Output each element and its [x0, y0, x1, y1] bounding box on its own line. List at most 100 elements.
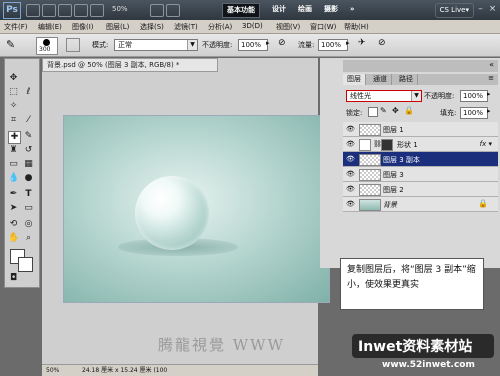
brush-tool-icon[interactable]: ✎	[23, 131, 34, 142]
gradient-tool-icon[interactable]: ▦	[23, 159, 34, 170]
cs-live-button[interactable]: CS Live▾	[434, 3, 474, 18]
menu-view[interactable]: 视图(V)	[276, 22, 300, 32]
eye-icon[interactable]: 👁	[346, 140, 355, 148]
history-brush-tool-icon[interactable]: ↺	[23, 145, 34, 156]
eye-icon[interactable]: 👁	[346, 155, 355, 163]
eye-icon[interactable]: 👁	[346, 200, 355, 208]
workspace-painting[interactable]: 绘画	[294, 3, 316, 16]
layer-row[interactable]: 👁 图层 2	[343, 182, 498, 197]
workspace-essentials[interactable]: 基本功能	[222, 3, 260, 18]
shape-tool-icon[interactable]: ▭	[23, 203, 34, 214]
layer-name: 背景	[383, 201, 397, 209]
site-logo: Inwet资料素材站	[352, 334, 494, 358]
fill-arrow-icon[interactable]: ▸	[487, 107, 491, 115]
layer-row[interactable]: 👁 图层 3 副本	[343, 152, 498, 167]
layer-thumbnail	[359, 154, 381, 166]
zoom-tool-icon[interactable]	[90, 4, 104, 17]
document-tab[interactable]: 背景.psd @ 50% (图层 3 副本, RGB/8) *	[42, 58, 218, 72]
pressure-size-icon[interactable]: ⊘	[378, 38, 390, 50]
panel-collapse-icon[interactable]: «	[489, 60, 494, 69]
arrange-documents-icon[interactable]	[150, 4, 164, 17]
eye-icon[interactable]: 👁	[346, 170, 355, 178]
menu-filter[interactable]: 滤镜(T)	[174, 22, 198, 32]
lock-all-icon[interactable]: 🔒	[404, 106, 414, 115]
menu-window[interactable]: 窗口(W)	[310, 22, 336, 32]
quick-mask-icon[interactable]: ◘	[8, 273, 19, 284]
status-zoom[interactable]: 50%	[46, 365, 59, 376]
layer-row[interactable]: 👁 图层 3	[343, 167, 498, 182]
workspace-design[interactable]: 设计	[268, 3, 290, 16]
spot-healing-tool-icon[interactable]: ✚	[8, 131, 21, 144]
layer-row[interactable]: 👁 背景 🔒	[343, 197, 498, 212]
tab-layers[interactable]: 图层	[343, 74, 366, 85]
pen-tool-icon[interactable]: ✒	[8, 189, 19, 200]
guides-icon[interactable]	[58, 4, 72, 17]
panel-header: «	[343, 60, 498, 72]
menu-analysis[interactable]: 分析(A)	[208, 22, 232, 32]
hand-tool-icon[interactable]	[74, 4, 88, 17]
tab-paths[interactable]: 路径	[395, 74, 418, 85]
panel-menu-icon[interactable]: ≡	[488, 74, 494, 82]
screen-mode-icon[interactable]	[166, 4, 180, 17]
menu-help[interactable]: 帮助(H)	[344, 22, 369, 32]
menu-select[interactable]: 选择(S)	[140, 22, 164, 32]
layer-row[interactable]: 👁 ⛓ 形状 1 fx ▾	[343, 137, 498, 152]
zoom-level[interactable]: 50%	[112, 5, 128, 13]
menu-file[interactable]: 文件(F)	[4, 22, 28, 32]
background-color-swatch[interactable]	[18, 257, 33, 272]
3d-rotate-tool-icon[interactable]: ⟲	[8, 219, 19, 230]
more-workspaces-button[interactable]: »	[346, 3, 359, 16]
hand-tool-icon[interactable]: ✋	[8, 233, 19, 244]
bridge-icon[interactable]	[26, 4, 40, 17]
fx-icon[interactable]: fx ▾	[480, 140, 492, 148]
lock-pixels-icon[interactable]: ✎	[380, 106, 387, 115]
flow-slider-arrow-icon[interactable]: ▸	[346, 39, 350, 47]
mode-select[interactable]: 正常 ▼	[114, 39, 198, 51]
blur-tool-icon[interactable]: 💧	[8, 173, 19, 184]
blend-mode-select[interactable]: 线性光 ▼	[346, 90, 422, 102]
clone-stamp-tool-icon[interactable]: ♜	[8, 145, 19, 156]
menu-3d[interactable]: 3D(D)	[242, 22, 263, 30]
minibridge-icon[interactable]	[42, 4, 56, 17]
path-selection-tool-icon[interactable]: ➤	[8, 203, 19, 214]
layer-opacity-arrow-icon[interactable]: ▸	[487, 90, 491, 98]
layer-opacity-input[interactable]: 100%	[460, 90, 488, 102]
opacity-slider-arrow-icon[interactable]: ▸	[266, 39, 270, 47]
lock-transparent-icon[interactable]	[368, 107, 378, 117]
close-icon[interactable]: ×	[486, 3, 499, 15]
pressure-opacity-icon[interactable]: ⊘	[278, 38, 290, 50]
mode-label: 模式:	[92, 41, 109, 49]
flow-input[interactable]: 100%	[318, 39, 348, 51]
dodge-tool-icon[interactable]: ●	[23, 173, 34, 184]
eraser-tool-icon[interactable]: ▭	[8, 159, 19, 170]
eyedropper-tool-icon[interactable]: ⁄	[23, 115, 34, 126]
brush-preset-picker[interactable]: 300	[36, 37, 58, 55]
layer-thumbnail	[359, 139, 371, 151]
quick-select-tool-icon[interactable]: ✧	[8, 101, 19, 112]
menu-image[interactable]: 图像(I)	[72, 22, 94, 32]
workspace-photography[interactable]: 摄影	[320, 3, 342, 16]
eye-icon[interactable]: 👁	[346, 185, 355, 193]
eye-icon[interactable]: 👁	[346, 125, 355, 133]
layer-name: 图层 1	[383, 126, 404, 134]
fill-input[interactable]: 100%	[460, 107, 488, 119]
zoom-tool-icon[interactable]: ⌕	[23, 233, 34, 244]
type-tool-icon[interactable]: T	[23, 189, 34, 200]
brush-panel-icon[interactable]	[66, 38, 80, 52]
photoshop-logo: Ps	[3, 2, 21, 19]
menu-layer[interactable]: 图层(L)	[106, 22, 129, 32]
lock-position-icon[interactable]: ✥	[392, 106, 399, 115]
move-tool-icon[interactable]: ✥	[8, 73, 19, 84]
status-bar: 50% 24.18 厘米 x 15.24 厘米 (100	[42, 364, 318, 376]
3d-orbit-tool-icon[interactable]: ◎	[23, 219, 34, 230]
menu-edit[interactable]: 编辑(E)	[38, 22, 62, 32]
crop-tool-icon[interactable]: ⌗	[8, 115, 19, 126]
tab-channels[interactable]: 通道	[369, 74, 392, 85]
layer-row[interactable]: 👁 图层 1	[343, 122, 498, 137]
opacity-input[interactable]: 100%	[238, 39, 268, 51]
marquee-tool-icon[interactable]: ⬚	[8, 87, 19, 98]
app-title-bar: Ps 50% 基本功能 设计 绘画 摄影 » CS Live▾ – ×	[0, 0, 500, 20]
airbrush-icon[interactable]: ✈	[358, 38, 370, 50]
lasso-tool-icon[interactable]: ℓ	[23, 87, 34, 98]
brush-tool-preset-icon[interactable]: ✎	[6, 38, 24, 52]
